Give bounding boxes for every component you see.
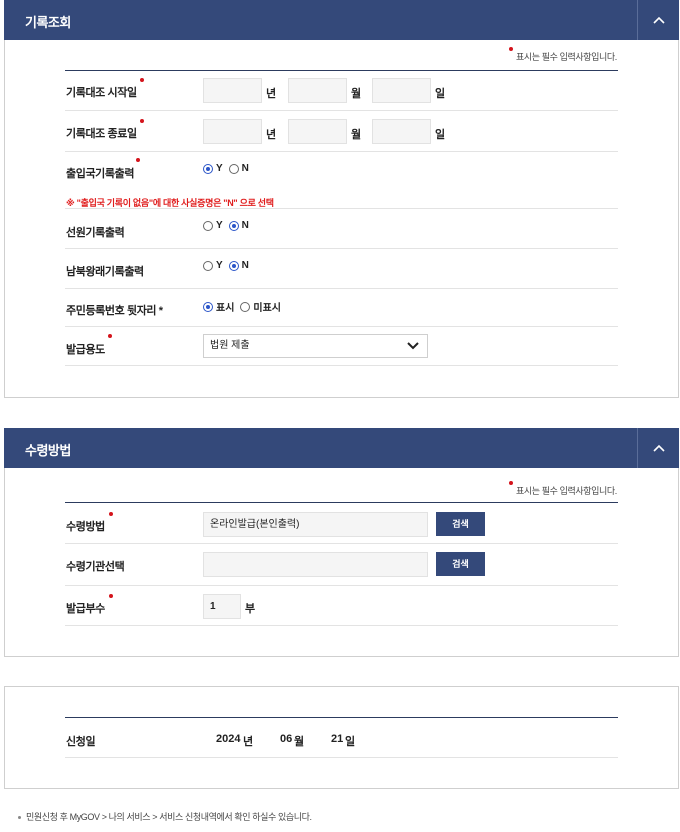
radio-n[interactable]: N <box>228 163 249 174</box>
chevron-up-icon <box>652 444 665 452</box>
copies-label: 발급부수 <box>66 603 105 615</box>
radio-show[interactable]: 표시 <box>203 299 234 314</box>
apply-day: 21 <box>331 733 344 745</box>
collapse-toggle[interactable] <box>637 428 679 468</box>
required-dot <box>140 119 144 123</box>
start-month-input[interactable] <box>288 78 347 103</box>
required-dot <box>108 334 112 338</box>
receive-agency-input[interactable] <box>203 552 428 577</box>
radio-y[interactable]: Y <box>203 260 223 271</box>
section-title: 기록조회 <box>25 15 71 30</box>
section-header-record: 기록조회 <box>4 0 679 40</box>
section-header-receive: 수령방법 <box>4 428 679 468</box>
required-dot <box>140 78 144 82</box>
required-dot <box>109 594 113 598</box>
receive-method-input[interactable]: 온라인발급(본인출력) <box>203 512 428 537</box>
copies-input[interactable]: 1 <box>203 594 241 619</box>
divider <box>65 70 618 71</box>
chevron-down-icon <box>407 342 419 350</box>
apply-year: 2024 <box>216 733 241 745</box>
radio-n[interactable]: N <box>228 220 249 231</box>
purpose-label: 발급용도 <box>66 344 105 356</box>
end-month-input[interactable] <box>288 119 347 144</box>
crew-print-radios: Y N <box>203 220 255 231</box>
required-dot <box>136 158 140 162</box>
immigration-print-radios: Y N <box>203 163 255 174</box>
rrn-back-radios: 표시 미표시 <box>203 299 287 314</box>
chevron-up-icon <box>652 16 665 24</box>
section-title: 수령방법 <box>25 443 71 458</box>
radio-hide[interactable]: 미표시 <box>240 299 281 314</box>
crew-print-label: 선원기록출력 <box>66 227 125 239</box>
footnote: 민원신청 후 MyGOV > 나의 서비스 > 서비스 신청내역에서 확인 하실… <box>18 810 312 823</box>
collapse-toggle[interactable] <box>637 0 679 40</box>
receive-agency-label: 수령기관선택 <box>66 561 125 573</box>
immigration-print-label: 출입국기록출력 <box>66 168 135 180</box>
required-note: 표시는 필수 입력사항입니다. <box>509 481 617 497</box>
radio-y[interactable]: Y <box>203 220 223 231</box>
start-year-input[interactable] <box>203 78 262 103</box>
end-date-label: 기록대조 종료일 <box>66 128 137 140</box>
end-year-input[interactable] <box>203 119 262 144</box>
start-date-label: 기록대조 시작일 <box>66 87 137 99</box>
apply-date-label: 신청일 <box>66 736 96 748</box>
search-button[interactable]: 검색 <box>436 552 485 576</box>
divider <box>65 502 618 503</box>
start-day-input[interactable] <box>372 78 431 103</box>
search-button[interactable]: 검색 <box>436 512 485 536</box>
end-day-input[interactable] <box>372 119 431 144</box>
divider <box>65 717 618 718</box>
inter-korea-print-label: 남북왕래기록출력 <box>66 266 144 278</box>
required-note: 표시는 필수 입력사항입니다. <box>509 47 617 63</box>
required-dot <box>109 512 113 516</box>
radio-y[interactable]: Y <box>203 163 223 174</box>
receive-method-label: 수령방법 <box>66 521 105 533</box>
rrn-back-label: 주민등록번호 뒷자리 * <box>66 305 163 317</box>
apply-month: 06 <box>280 733 293 745</box>
inter-korea-print-radios: Y N <box>203 260 255 271</box>
radio-n[interactable]: N <box>228 260 249 271</box>
purpose-select[interactable]: 법원 제출 <box>203 334 428 358</box>
